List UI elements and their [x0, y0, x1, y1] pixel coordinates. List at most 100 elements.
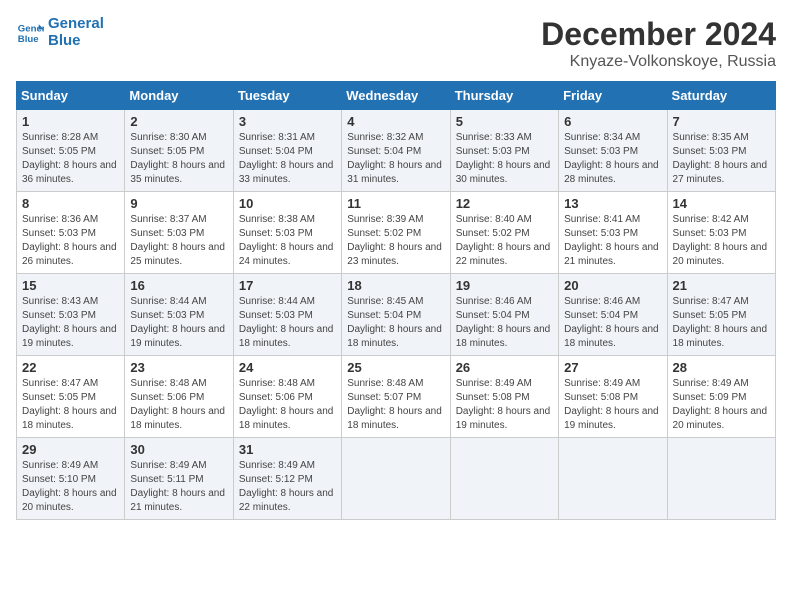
- day-number: 7: [673, 114, 770, 129]
- header-friday: Friday: [559, 82, 667, 110]
- day-number: 26: [456, 360, 553, 375]
- day-number: 13: [564, 196, 661, 211]
- day-number: 20: [564, 278, 661, 293]
- logo: General Blue GeneralBlue: [16, 16, 104, 49]
- week-row-3: 15 Sunrise: 8:43 AM Sunset: 5:03 PM Dayl…: [17, 274, 776, 356]
- day-info: Sunrise: 8:41 AM Sunset: 5:03 PM Dayligh…: [564, 213, 661, 269]
- title-block: December 2024 Knyaze-Volkonskoye, Russia: [541, 16, 776, 71]
- calendar-cell: 18 Sunrise: 8:45 AM Sunset: 5:04 PM Dayl…: [342, 274, 450, 356]
- day-number: 27: [564, 360, 661, 375]
- day-number: 19: [456, 278, 553, 293]
- calendar-cell: 25 Sunrise: 8:48 AM Sunset: 5:07 PM Dayl…: [342, 356, 450, 438]
- calendar-cell: 4 Sunrise: 8:32 AM Sunset: 5:04 PM Dayli…: [342, 110, 450, 192]
- calendar-cell: 26 Sunrise: 8:49 AM Sunset: 5:08 PM Dayl…: [450, 356, 558, 438]
- calendar-cell: 19 Sunrise: 8:46 AM Sunset: 5:04 PM Dayl…: [450, 274, 558, 356]
- svg-text:Blue: Blue: [18, 33, 39, 44]
- calendar-cell: [667, 438, 775, 520]
- header-sunday: Sunday: [17, 82, 125, 110]
- day-info: Sunrise: 8:37 AM Sunset: 5:03 PM Dayligh…: [130, 213, 227, 269]
- calendar-cell: 31 Sunrise: 8:49 AM Sunset: 5:12 PM Dayl…: [233, 438, 341, 520]
- day-number: 9: [130, 196, 227, 211]
- day-info: Sunrise: 8:48 AM Sunset: 5:06 PM Dayligh…: [239, 377, 336, 433]
- calendar-cell: [342, 438, 450, 520]
- day-number: 14: [673, 196, 770, 211]
- day-number: 28: [673, 360, 770, 375]
- week-row-4: 22 Sunrise: 8:47 AM Sunset: 5:05 PM Dayl…: [17, 356, 776, 438]
- day-info: Sunrise: 8:38 AM Sunset: 5:03 PM Dayligh…: [239, 213, 336, 269]
- day-info: Sunrise: 8:30 AM Sunset: 5:05 PM Dayligh…: [130, 131, 227, 187]
- day-info: Sunrise: 8:44 AM Sunset: 5:03 PM Dayligh…: [239, 295, 336, 351]
- day-number: 12: [456, 196, 553, 211]
- day-info: Sunrise: 8:45 AM Sunset: 5:04 PM Dayligh…: [347, 295, 444, 351]
- logo-icon: General Blue: [16, 19, 44, 47]
- day-number: 23: [130, 360, 227, 375]
- day-info: Sunrise: 8:32 AM Sunset: 5:04 PM Dayligh…: [347, 131, 444, 187]
- calendar-cell: 17 Sunrise: 8:44 AM Sunset: 5:03 PM Dayl…: [233, 274, 341, 356]
- day-info: Sunrise: 8:49 AM Sunset: 5:11 PM Dayligh…: [130, 459, 227, 515]
- day-info: Sunrise: 8:47 AM Sunset: 5:05 PM Dayligh…: [673, 295, 770, 351]
- calendar-cell: 15 Sunrise: 8:43 AM Sunset: 5:03 PM Dayl…: [17, 274, 125, 356]
- day-number: 17: [239, 278, 336, 293]
- day-number: 31: [239, 442, 336, 457]
- header-tuesday: Tuesday: [233, 82, 341, 110]
- header-wednesday: Wednesday: [342, 82, 450, 110]
- calendar-cell: 3 Sunrise: 8:31 AM Sunset: 5:04 PM Dayli…: [233, 110, 341, 192]
- day-number: 3: [239, 114, 336, 129]
- day-number: 29: [22, 442, 119, 457]
- day-number: 1: [22, 114, 119, 129]
- day-number: 30: [130, 442, 227, 457]
- day-number: 5: [456, 114, 553, 129]
- day-info: Sunrise: 8:39 AM Sunset: 5:02 PM Dayligh…: [347, 213, 444, 269]
- location: Knyaze-Volkonskoye, Russia: [541, 53, 776, 71]
- day-info: Sunrise: 8:49 AM Sunset: 5:12 PM Dayligh…: [239, 459, 336, 515]
- calendar-cell: 2 Sunrise: 8:30 AM Sunset: 5:05 PM Dayli…: [125, 110, 233, 192]
- calendar-cell: 6 Sunrise: 8:34 AM Sunset: 5:03 PM Dayli…: [559, 110, 667, 192]
- day-number: 11: [347, 196, 444, 211]
- calendar-cell: 28 Sunrise: 8:49 AM Sunset: 5:09 PM Dayl…: [667, 356, 775, 438]
- week-row-1: 1 Sunrise: 8:28 AM Sunset: 5:05 PM Dayli…: [17, 110, 776, 192]
- calendar-cell: 29 Sunrise: 8:49 AM Sunset: 5:10 PM Dayl…: [17, 438, 125, 520]
- day-info: Sunrise: 8:33 AM Sunset: 5:03 PM Dayligh…: [456, 131, 553, 187]
- calendar-cell: 12 Sunrise: 8:40 AM Sunset: 5:02 PM Dayl…: [450, 192, 558, 274]
- header-saturday: Saturday: [667, 82, 775, 110]
- day-info: Sunrise: 8:35 AM Sunset: 5:03 PM Dayligh…: [673, 131, 770, 187]
- day-info: Sunrise: 8:49 AM Sunset: 5:08 PM Dayligh…: [564, 377, 661, 433]
- day-number: 8: [22, 196, 119, 211]
- day-number: 18: [347, 278, 444, 293]
- calendar-table: SundayMondayTuesdayWednesdayThursdayFrid…: [16, 81, 776, 520]
- header-thursday: Thursday: [450, 82, 558, 110]
- day-info: Sunrise: 8:49 AM Sunset: 5:08 PM Dayligh…: [456, 377, 553, 433]
- calendar-cell: 23 Sunrise: 8:48 AM Sunset: 5:06 PM Dayl…: [125, 356, 233, 438]
- calendar-cell: 13 Sunrise: 8:41 AM Sunset: 5:03 PM Dayl…: [559, 192, 667, 274]
- calendar-cell: 21 Sunrise: 8:47 AM Sunset: 5:05 PM Dayl…: [667, 274, 775, 356]
- calendar-header-row: SundayMondayTuesdayWednesdayThursdayFrid…: [17, 82, 776, 110]
- calendar-cell: 24 Sunrise: 8:48 AM Sunset: 5:06 PM Dayl…: [233, 356, 341, 438]
- calendar-cell: 11 Sunrise: 8:39 AM Sunset: 5:02 PM Dayl…: [342, 192, 450, 274]
- week-row-2: 8 Sunrise: 8:36 AM Sunset: 5:03 PM Dayli…: [17, 192, 776, 274]
- week-row-5: 29 Sunrise: 8:49 AM Sunset: 5:10 PM Dayl…: [17, 438, 776, 520]
- logo-text: GeneralBlue: [48, 16, 104, 49]
- day-info: Sunrise: 8:49 AM Sunset: 5:09 PM Dayligh…: [673, 377, 770, 433]
- day-info: Sunrise: 8:42 AM Sunset: 5:03 PM Dayligh…: [673, 213, 770, 269]
- calendar-cell: 20 Sunrise: 8:46 AM Sunset: 5:04 PM Dayl…: [559, 274, 667, 356]
- calendar-cell: [450, 438, 558, 520]
- day-info: Sunrise: 8:48 AM Sunset: 5:06 PM Dayligh…: [130, 377, 227, 433]
- day-number: 24: [239, 360, 336, 375]
- calendar-cell: 10 Sunrise: 8:38 AM Sunset: 5:03 PM Dayl…: [233, 192, 341, 274]
- calendar-cell: 30 Sunrise: 8:49 AM Sunset: 5:11 PM Dayl…: [125, 438, 233, 520]
- month-title: December 2024: [541, 16, 776, 53]
- day-info: Sunrise: 8:36 AM Sunset: 5:03 PM Dayligh…: [22, 213, 119, 269]
- day-number: 6: [564, 114, 661, 129]
- calendar-cell: 5 Sunrise: 8:33 AM Sunset: 5:03 PM Dayli…: [450, 110, 558, 192]
- calendar-cell: 8 Sunrise: 8:36 AM Sunset: 5:03 PM Dayli…: [17, 192, 125, 274]
- page-header: General Blue GeneralBlue December 2024 K…: [16, 16, 776, 71]
- day-number: 25: [347, 360, 444, 375]
- calendar-cell: 1 Sunrise: 8:28 AM Sunset: 5:05 PM Dayli…: [17, 110, 125, 192]
- header-monday: Monday: [125, 82, 233, 110]
- day-info: Sunrise: 8:40 AM Sunset: 5:02 PM Dayligh…: [456, 213, 553, 269]
- day-number: 2: [130, 114, 227, 129]
- calendar-cell: 16 Sunrise: 8:44 AM Sunset: 5:03 PM Dayl…: [125, 274, 233, 356]
- day-number: 15: [22, 278, 119, 293]
- day-info: Sunrise: 8:44 AM Sunset: 5:03 PM Dayligh…: [130, 295, 227, 351]
- day-info: Sunrise: 8:43 AM Sunset: 5:03 PM Dayligh…: [22, 295, 119, 351]
